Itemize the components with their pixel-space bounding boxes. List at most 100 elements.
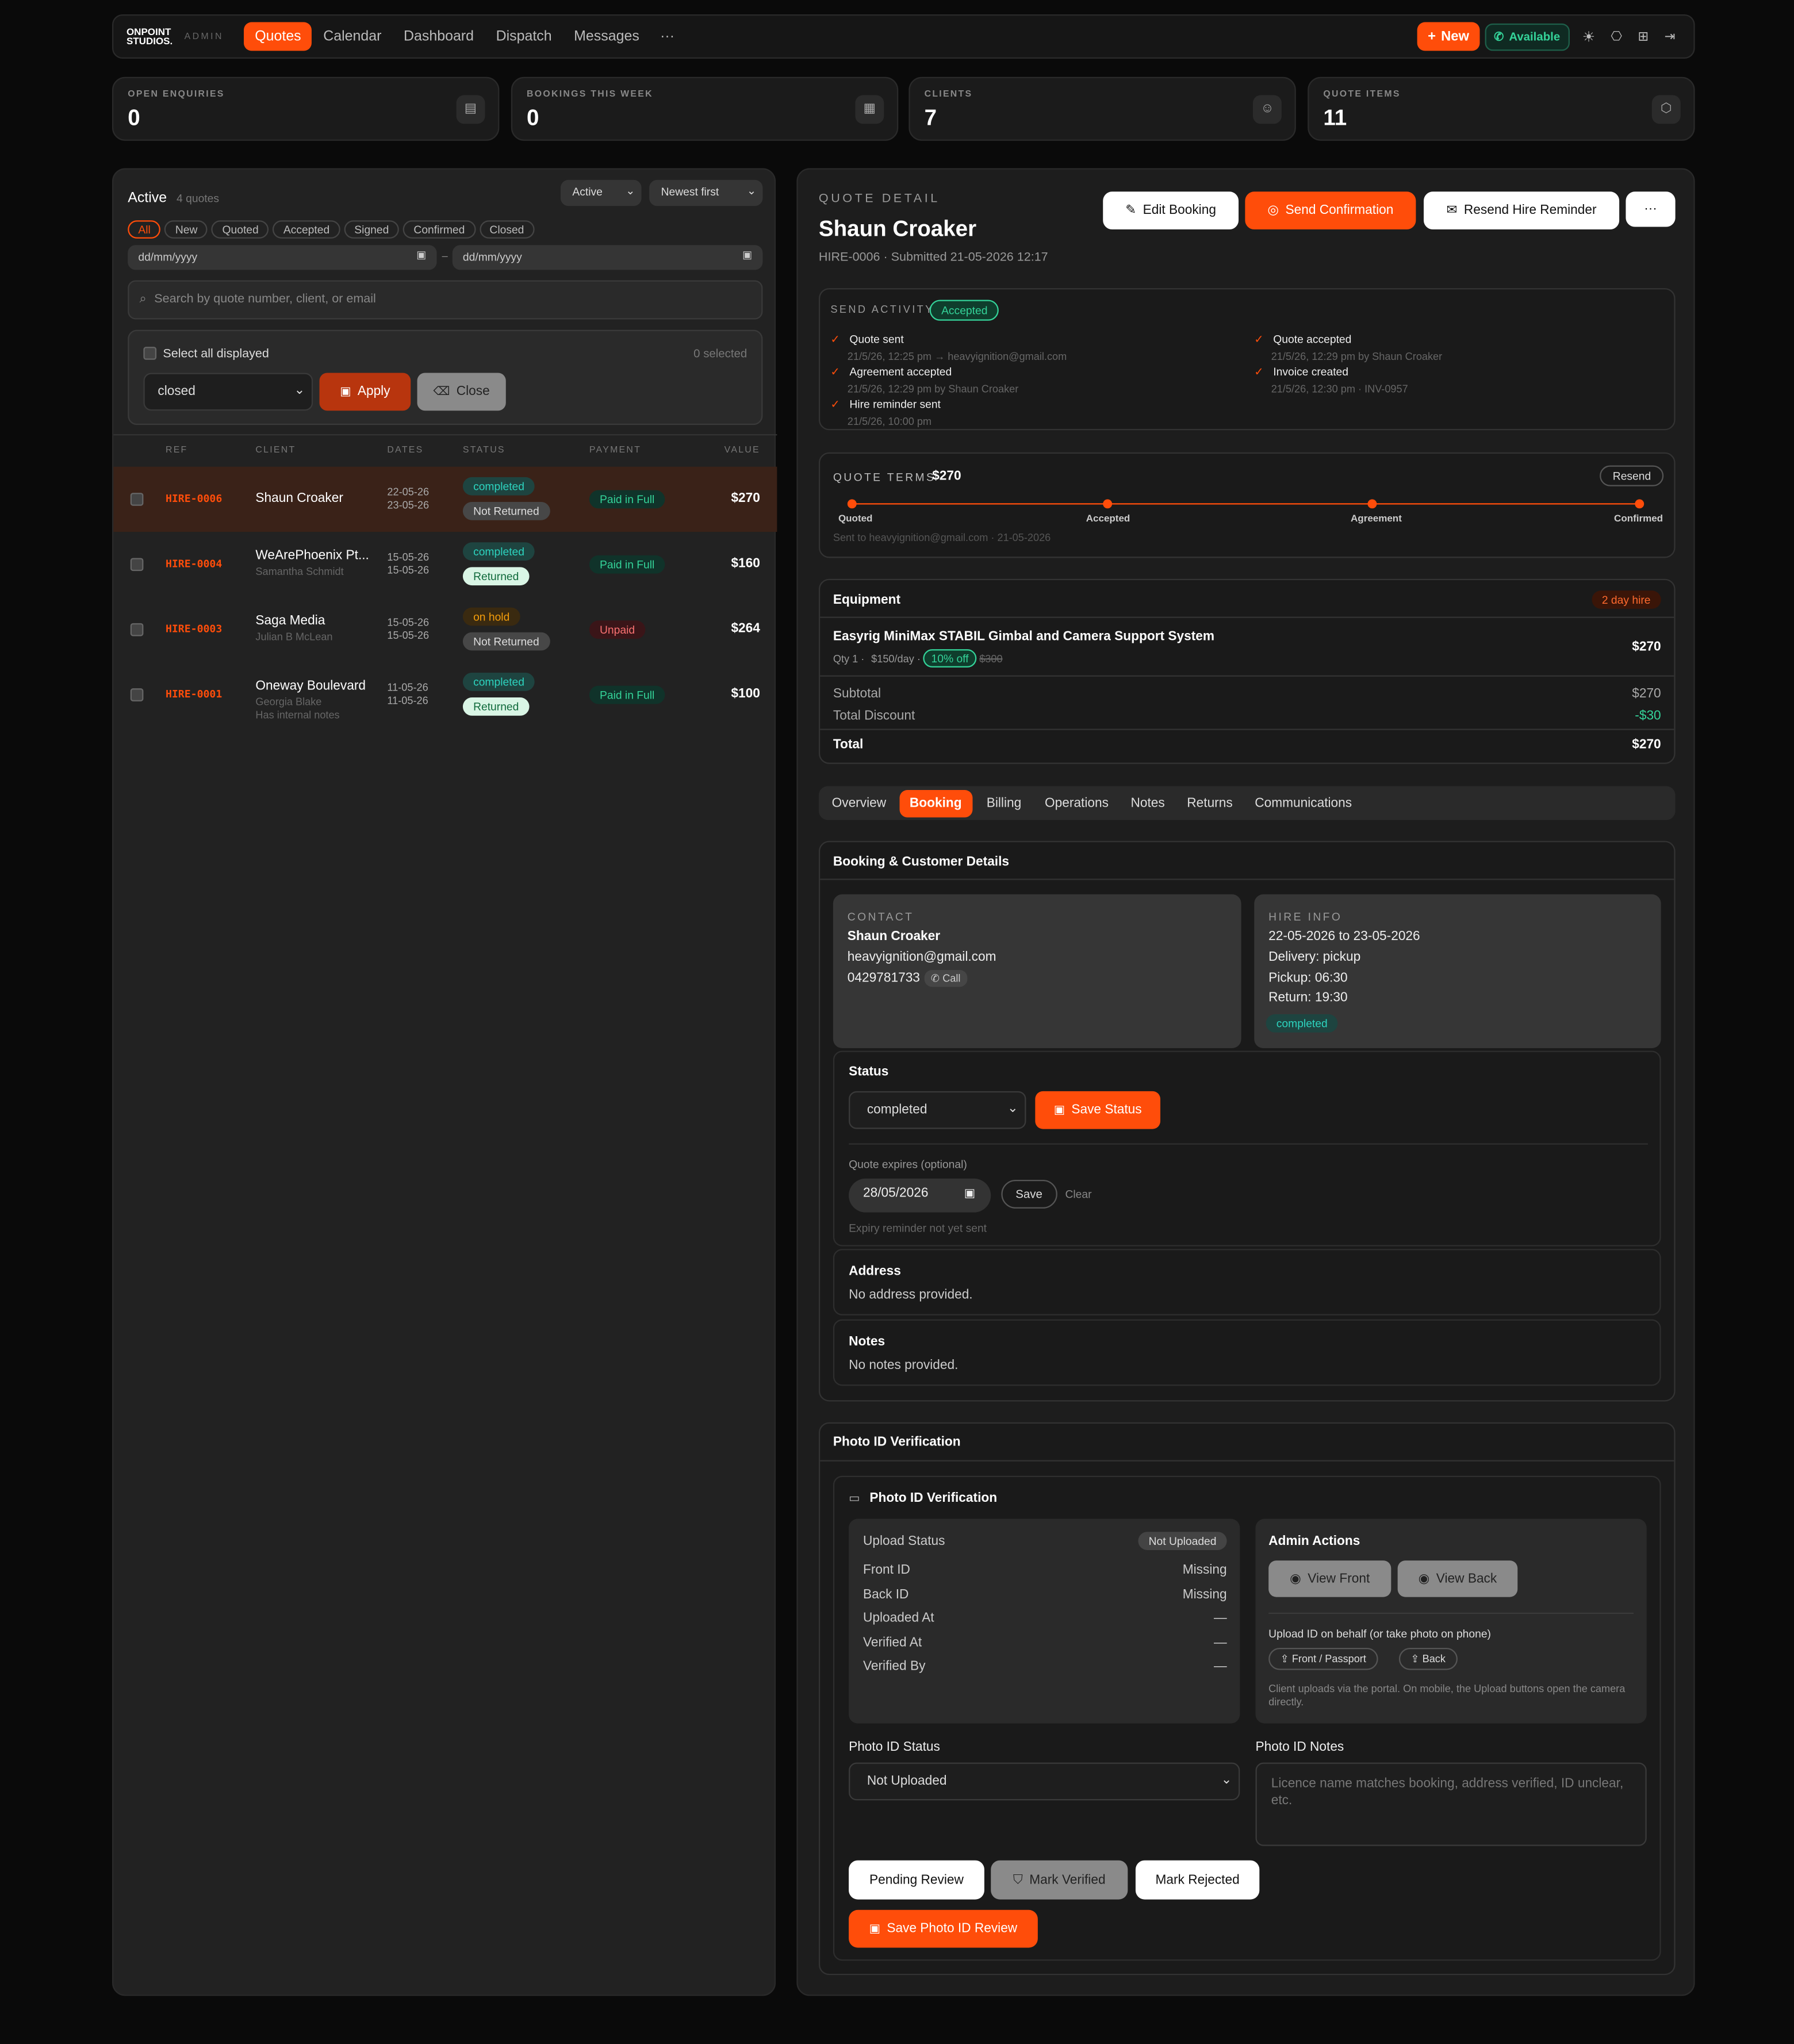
photo-id-notes-textarea[interactable]: Licence name matches booking, address ve… <box>1255 1762 1647 1846</box>
table-row[interactable]: HIRE-0001 Oneway Boulevard Georgia Blake… <box>113 662 777 727</box>
row-ref[interactable]: HIRE-0001 <box>166 688 222 700</box>
mark-verified-button[interactable]: ⛉ Mark Verified <box>991 1860 1128 1900</box>
pending-review-button[interactable]: Pending Review <box>849 1860 984 1900</box>
item-original-price: $300 <box>979 653 1003 665</box>
row-checkbox[interactable] <box>130 623 144 636</box>
chevron-down-icon: ⌄ <box>1007 1101 1018 1116</box>
new-button[interactable]: + New <box>1417 22 1480 51</box>
tab-communications[interactable]: Communications <box>1247 789 1360 817</box>
view-front-label: View Front <box>1308 1571 1370 1586</box>
filter-select[interactable]: Active ⌄ <box>560 179 642 206</box>
more-actions-button[interactable]: ··· <box>1626 191 1676 227</box>
sort-select-value: Newest first <box>661 185 719 198</box>
row-ref[interactable]: HIRE-0004 <box>166 558 222 569</box>
view-back-button[interactable]: ◉ View Back <box>1397 1560 1518 1597</box>
activity-title: SEND ACTIVITY <box>830 304 934 316</box>
pill-new[interactable]: New <box>164 220 208 239</box>
nav-more-button[interactable]: ··· <box>660 29 674 44</box>
discount-badge: 10% off <box>923 649 977 668</box>
activity-item: ✓ Quote sent 21/5/26, 12:25 pm → heavyig… <box>830 326 1235 362</box>
upload-back-button[interactable]: ⇪ Back <box>1398 1647 1458 1670</box>
expires-clear-button[interactable]: Clear <box>1065 1188 1091 1201</box>
save-status-button[interactable]: ▣ Save Status <box>1035 1091 1160 1129</box>
row-checkbox[interactable] <box>130 493 144 506</box>
clipboard-icon: ▤ <box>456 95 485 124</box>
tab-notes[interactable]: Notes <box>1123 789 1172 817</box>
upload-front-button[interactable]: ⇪ Front / Passport <box>1268 1647 1378 1670</box>
expires-date-input[interactable]: 28/05/2026 ▣ <box>849 1178 991 1213</box>
detail-meta: HIRE-0006 · Submitted 21-05-2026 12:17 <box>818 250 1048 265</box>
pill-all[interactable]: All <box>128 220 161 239</box>
nav-tab-quotes[interactable]: Quotes <box>244 22 312 51</box>
call-button[interactable]: ✆ Call <box>924 969 967 987</box>
view-front-button[interactable]: ◉ View Front <box>1268 1560 1392 1597</box>
nav-tab-messages[interactable]: Messages <box>574 29 639 44</box>
photo-id-status-select[interactable]: Not Uploaded ⌄ <box>849 1762 1240 1801</box>
contact-email[interactable]: heavyignition@gmail.com <box>848 950 996 965</box>
table-row[interactable]: HIRE-0004 WeArePhoenix Pt... Samantha Sc… <box>113 532 777 597</box>
pencil-icon: ✎ <box>1125 203 1137 218</box>
table-row[interactable]: HIRE-0003 Saga Media Julian B McLean 15-… <box>113 597 777 662</box>
terms-sent-note: Sent to heavyignition@gmail.com · 21-05-… <box>833 532 1051 544</box>
bulk-actions-box: Select all displayed 0 selected closed ⌄ … <box>128 329 763 425</box>
row-checkbox[interactable] <box>130 558 144 572</box>
detail-label: Uploaded At <box>863 1611 934 1626</box>
pill-accepted[interactable]: Accepted <box>273 220 340 239</box>
edit-booking-button[interactable]: ✎ Edit Booking <box>1103 191 1239 230</box>
detail-label: Back ID <box>863 1587 909 1602</box>
date-to-value: dd/mm/yyyy <box>462 250 522 264</box>
nav-tab-calendar[interactable]: Calendar <box>323 29 381 44</box>
grid-icon[interactable]: ⊞ <box>1638 29 1649 44</box>
tab-operations[interactable]: Operations <box>1037 789 1116 817</box>
chevron-down-icon: ⌄ <box>626 183 635 197</box>
mark-rejected-button[interactable]: Mark Rejected <box>1135 1860 1260 1900</box>
pill-closed[interactable]: Closed <box>479 220 535 239</box>
row-client: Oneway Boulevard <box>255 679 366 694</box>
check-icon: ✓ <box>1254 332 1264 346</box>
list-title: Active <box>128 190 167 206</box>
apply-button[interactable]: ▣ Apply <box>319 373 411 411</box>
row-ref[interactable]: HIRE-0003 <box>166 623 222 635</box>
row-ref[interactable]: HIRE-0006 <box>166 493 222 504</box>
upload-front-label: Front / Passport <box>1291 1653 1366 1665</box>
row-status-badge: completed <box>462 672 535 691</box>
close-button[interactable]: ⌫ Close <box>417 373 506 411</box>
date-to-input[interactable]: dd/mm/yyyy ▣ <box>452 245 763 270</box>
terms-resend-button[interactable]: Resend <box>1600 465 1664 486</box>
available-toggle[interactable]: ✆ Available <box>1485 22 1570 51</box>
bulk-status-select[interactable]: closed ⌄ <box>143 373 313 411</box>
photo-id-inner-title: Photo ID Verification <box>869 1491 998 1506</box>
upload-note: Client uploads via the portal. On mobile… <box>1268 1683 1626 1708</box>
sun-icon[interactable]: ☀ <box>1582 28 1595 45</box>
logout-icon[interactable]: ⇥ <box>1665 29 1676 44</box>
logo[interactable]: ONPOINT STUDIOS. <box>126 27 172 46</box>
pill-signed[interactable]: Signed <box>344 220 400 239</box>
nav-tab-dispatch[interactable]: Dispatch <box>496 29 552 44</box>
tab-booking[interactable]: Booking <box>899 789 972 817</box>
robot-icon[interactable]: ⎔ <box>1611 29 1622 44</box>
search-input[interactable]: ⌕ Search by quote number, client, or emai… <box>128 280 763 320</box>
mail-icon: ✉ <box>1446 203 1458 218</box>
expires-date-value: 28/05/2026 <box>863 1186 929 1201</box>
booking-status-select[interactable]: completed ⌄ <box>849 1091 1026 1129</box>
tab-returns[interactable]: Returns <box>1179 789 1241 817</box>
resend-reminder-button[interactable]: ✉ Resend Hire Reminder <box>1424 191 1620 230</box>
tab-billing[interactable]: Billing <box>979 789 1029 817</box>
row-checkbox[interactable] <box>130 688 144 701</box>
contact-card: CONTACT Shaun Croaker heavyignition@gmai… <box>833 894 1241 1048</box>
row-client-contact: Georgia Blake <box>255 696 322 708</box>
row-date-start: 15-05-26 <box>387 616 430 628</box>
save-photo-id-button[interactable]: ▣ Save Photo ID Review <box>849 1909 1038 1948</box>
expires-save-button[interactable]: Save <box>1001 1179 1057 1209</box>
tab-overview[interactable]: Overview <box>824 789 894 817</box>
sort-select[interactable]: Newest first ⌄ <box>649 179 763 206</box>
detail-value: — <box>1213 1635 1227 1650</box>
pill-quoted[interactable]: Quoted <box>212 220 269 239</box>
nav-tab-dashboard[interactable]: Dashboard <box>404 29 474 44</box>
send-confirmation-button[interactable]: ◎ Send Confirmation <box>1245 191 1416 230</box>
date-from-input[interactable]: dd/mm/yyyy ▣ <box>128 245 437 270</box>
select-all-checkbox[interactable] <box>143 347 157 360</box>
table-row[interactable]: HIRE-0006 Shaun Croaker 22-05-26 23-05-2… <box>113 466 777 532</box>
row-client: Saga Media <box>255 613 325 628</box>
pill-confirmed[interactable]: Confirmed <box>403 220 476 239</box>
